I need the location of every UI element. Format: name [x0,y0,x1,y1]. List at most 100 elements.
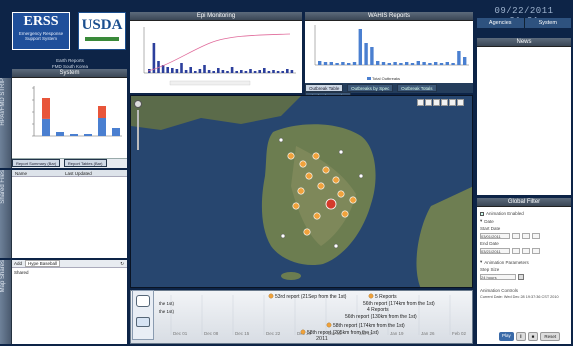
epi-bar [230,67,234,73]
epi-bar [175,69,179,73]
stop-button[interactable]: ■ [527,332,539,341]
wahis-chart [314,25,469,66]
wahis-bar [318,61,322,65]
wahis-bar [335,63,339,65]
play-button[interactable]: Play [499,332,514,341]
step-input[interactable]: 24 hours [480,274,516,280]
anim-params-collapse-icon[interactable]: ▾ [480,259,482,265]
timeline-event-label: 53rd report (21Sep from the 1st) [275,294,347,300]
timeline-date-label: Dec 01 [173,331,188,336]
report-summary-button[interactable]: Report Summary (Bar) [12,159,61,167]
epi-bar [286,69,289,73]
outbreak-marker [292,202,300,210]
map-canvas[interactable] [131,96,473,288]
pan-control-icon[interactable] [134,100,142,108]
news-title[interactable]: News [477,38,571,47]
shares-refresh-icon[interactable]: ↻ [120,261,124,267]
files-col-name[interactable]: Name [12,170,62,176]
map-layer-button-5[interactable] [449,99,456,106]
outbreak-marker [337,190,345,198]
wahis-bar [376,61,380,65]
filter-title[interactable]: Global Filter [477,198,571,207]
epi-bar [258,70,261,73]
agencies-tab[interactable]: Agencies [477,18,525,28]
start-inputs: 03/01/2011 [480,233,568,239]
map-layer-button-3[interactable] [433,99,440,106]
epi-bar [272,70,275,73]
wahis-bar [422,62,426,65]
map-layer-button-2[interactable] [425,99,432,106]
wahis-title[interactable]: WAHIS Reports [305,12,473,21]
summary-bar-blue [112,128,120,136]
strip-tab-files[interactable]: Shared Files [0,170,12,258]
start-hour-input[interactable] [512,233,520,239]
epi-bar [244,71,248,73]
end-hour-input[interactable] [512,248,520,254]
wahis-bar [463,57,467,65]
end-min-input[interactable] [522,248,530,254]
system-header[interactable]: System [12,69,127,78]
map-layer-button-4[interactable] [441,99,448,106]
map-zoom-control[interactable] [134,100,142,152]
pause-button[interactable]: ‖ [515,332,526,341]
files-col-updated[interactable]: Last Updated [62,170,92,176]
jeju-island [281,272,301,280]
reset-button[interactable]: Reset [540,332,561,341]
outbreak-marker [332,176,340,184]
timeline-canvas: Dec 01 Dec 08 Dec 15 Dec 22 Dec 29 Jan 05 Jan … [159,293,467,336]
wahis-bar [323,62,328,65]
summary-bar-blue [98,118,106,136]
wahis-tab-totals[interactable]: Outbreak Totals [397,84,437,92]
outbreak-marker [313,212,321,220]
start-min-input[interactable] [522,233,530,239]
anim-controls-section: Animation Controls [480,288,568,293]
end-sec-input[interactable] [532,248,540,254]
timeline-panel[interactable]: Dec 01 Dec 08 Dec 15 Dec 22 Dec 29 Jan 05 Jan … [130,290,473,344]
wahis-bar [428,63,432,65]
summary-bar-blue [70,134,78,136]
wahis-bar [405,62,409,65]
wahis-bar [445,62,449,65]
erss-logo-text: ERSS [23,14,59,29]
map-layer-button-1[interactable] [417,99,424,106]
epi-cumulative-line [147,33,291,72]
city-marker [338,149,344,155]
map-view[interactable] [130,95,473,288]
timeline-nav-icon[interactable] [136,295,150,307]
wahis-bar [457,51,461,65]
date-collapse-icon[interactable]: ▾ [480,218,482,224]
timeline-event-label: 56th report (130km from the 1st) [345,314,417,320]
epi-bar [203,65,206,73]
strip-tab-files-label: Shared Files [0,170,6,204]
report-tables-button[interactable]: Report Tables (Bar) [63,159,107,167]
zoom-slider[interactable] [137,110,139,150]
timeline-overview-panel[interactable] [132,290,154,340]
wahis-tab-outbreak-table[interactable]: Outbreak Table [305,84,344,92]
shares-add-button[interactable]: Add [14,261,22,266]
shares-name-field[interactable]: Hype Baseball [25,260,61,267]
end-label: End Date [480,241,499,246]
epi-bar [171,68,174,73]
strip-tab-hpai[interactable]: HPAI/FMD STRIP [0,78,12,168]
timeline-nav-icon-2[interactable] [136,317,150,327]
end-date-input[interactable]: 03/21/2011 [480,248,510,254]
animation-checkbox[interactable] [480,211,484,216]
start-date-input[interactable]: 03/01/2011 [480,233,510,239]
epi-bar [166,67,169,73]
map-layer-button-6[interactable] [457,99,464,106]
timeline-event-marker [268,293,274,299]
strip-tab-shares[interactable]: Map Shares [0,260,12,344]
wahis-tab-by-spec[interactable]: Outbreaks by Spec [347,84,394,92]
start-sec-input[interactable] [532,233,540,239]
step-calendar-icon[interactable] [518,274,524,280]
system-tab[interactable]: System [524,18,571,28]
outbreak-marker [322,166,330,174]
epi-bar [281,71,284,73]
timeline-date-label: Jan 19 [390,331,404,336]
summary-bar-chart [32,86,122,137]
timeline-side-label-1: the 1st) [159,301,175,306]
wahis-bar [451,63,455,65]
current-date-label: Current Date: Wed Dec 28 19:37:36 CST 20… [480,295,559,299]
epi-title[interactable]: Epi Monitoring [130,12,302,21]
date-section: ▾ Date [480,218,568,224]
